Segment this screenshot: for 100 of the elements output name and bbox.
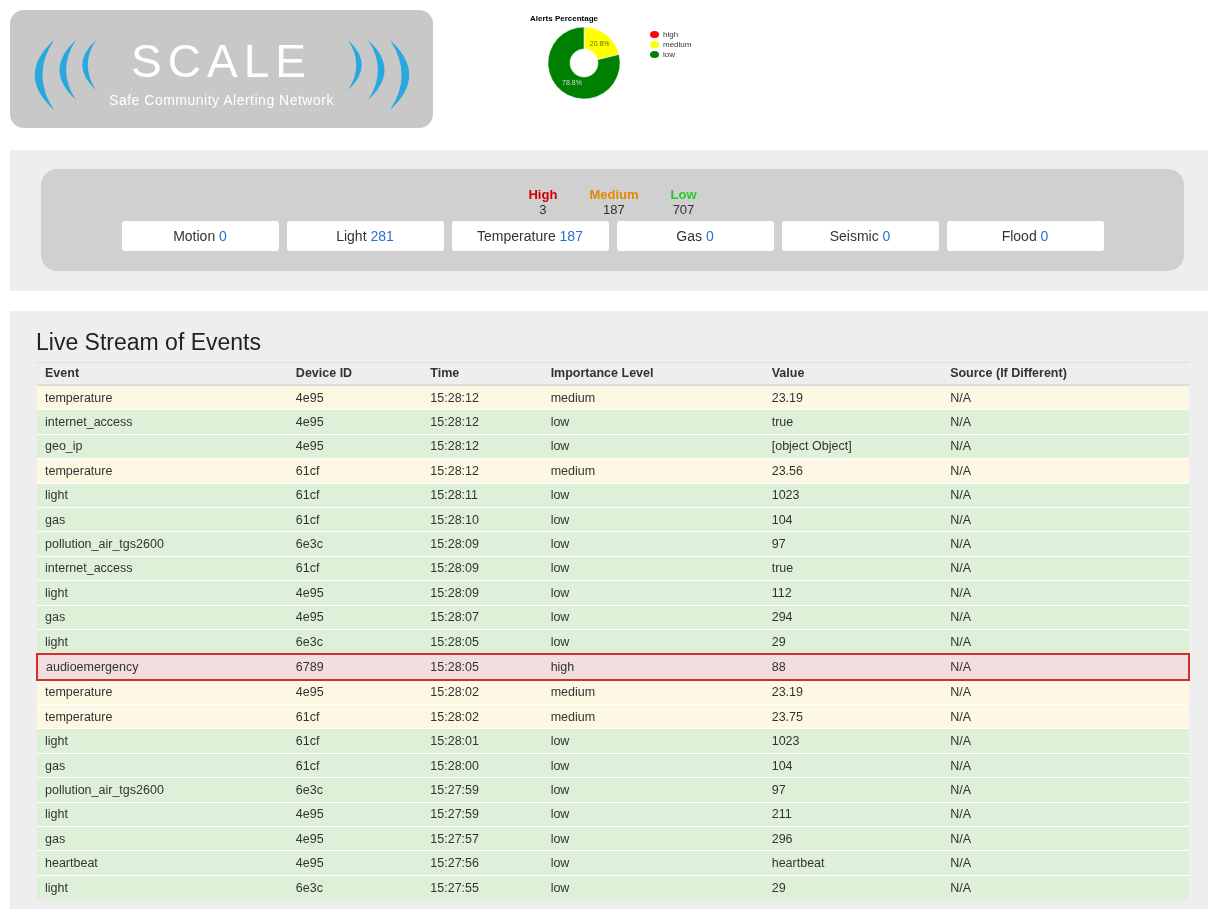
section-title: Live Stream of Events bbox=[36, 329, 262, 356]
legend-label: medium bbox=[663, 40, 692, 49]
table-cell: 4e95 bbox=[287, 679, 423, 705]
table-cell: 15:27:59 bbox=[422, 802, 543, 827]
sensor-count-button[interactable]: Light 281 bbox=[286, 221, 444, 251]
table-cell: N/A bbox=[942, 385, 1189, 410]
table-cell: N/A bbox=[942, 458, 1189, 484]
table-cell: N/A bbox=[942, 753, 1189, 778]
table-cell: 97 bbox=[763, 531, 943, 557]
table-cell: 104 bbox=[763, 507, 943, 532]
table-cell: 294 bbox=[763, 605, 943, 630]
table-cell: true bbox=[763, 556, 943, 581]
legend-label: low bbox=[663, 50, 675, 59]
table-cell: temperature bbox=[37, 679, 288, 705]
table-cell: light bbox=[37, 875, 288, 900]
table-cell: 6789 bbox=[287, 654, 423, 680]
sensor-count-button[interactable]: Motion 0 bbox=[121, 221, 279, 251]
sensor-count-button[interactable]: Seismic 0 bbox=[781, 221, 939, 251]
table-cell: 211 bbox=[763, 802, 943, 827]
table-cell: 4e95 bbox=[287, 605, 423, 630]
table-cell: N/A bbox=[942, 875, 1189, 900]
table-cell: medium bbox=[542, 385, 764, 410]
level-count: 3 bbox=[539, 202, 547, 217]
table-cell: N/A bbox=[942, 580, 1189, 605]
legend-label: high bbox=[663, 30, 679, 39]
table-cell: 4e95 bbox=[287, 409, 423, 435]
table-cell: low bbox=[542, 629, 764, 655]
table-cell: 1023 bbox=[763, 728, 943, 754]
table-cell: geo_ip bbox=[37, 434, 288, 459]
table-cell: 15:27:57 bbox=[422, 826, 543, 851]
legend-dot bbox=[650, 51, 659, 58]
table-cell: 112 bbox=[763, 580, 943, 605]
table-cell: N/A bbox=[942, 802, 1189, 827]
table-cell: 15:27:55 bbox=[422, 875, 543, 900]
table-cell: 6e3c bbox=[287, 875, 423, 900]
table-cell: 15:28:12 bbox=[422, 409, 543, 435]
table-cell: 61cf bbox=[287, 728, 423, 754]
table-cell: N/A bbox=[942, 629, 1189, 655]
table-cell: 29 bbox=[763, 875, 943, 900]
table-cell: N/A bbox=[942, 434, 1189, 459]
table-cell: 4e95 bbox=[287, 802, 423, 827]
table-cell: gas bbox=[37, 605, 288, 630]
signal-waves-icon bbox=[32, 40, 412, 110]
table-cell: N/A bbox=[942, 531, 1189, 557]
table-cell: 6e3c bbox=[287, 629, 423, 655]
table-cell: 15:28:10 bbox=[422, 507, 543, 532]
table-cell: 23.19 bbox=[763, 385, 943, 410]
table-cell: N/A bbox=[942, 654, 1189, 680]
table-cell: 15:28:09 bbox=[422, 580, 543, 605]
table-cell: low bbox=[542, 556, 764, 581]
table-cell: pollution_air_tgs2600 bbox=[37, 777, 288, 803]
table-cell: [object Object] bbox=[763, 434, 943, 459]
table-cell: N/A bbox=[942, 826, 1189, 851]
table-cell: 29 bbox=[763, 629, 943, 655]
table-cell: 4e95 bbox=[287, 580, 423, 605]
table-cell: temperature bbox=[37, 704, 288, 729]
table-cell: 15:28:12 bbox=[422, 385, 543, 410]
table-cell: 97 bbox=[763, 777, 943, 803]
table-cell: audioemergency bbox=[37, 654, 288, 680]
sensor-count-button[interactable]: Temperature 187 bbox=[451, 221, 609, 251]
sensor-count-button[interactable]: Gas 0 bbox=[616, 221, 774, 251]
table-cell: low bbox=[542, 409, 764, 435]
table-cell: 15:28:07 bbox=[422, 605, 543, 630]
table-cell: 23.19 bbox=[763, 679, 943, 705]
table-cell: 61cf bbox=[287, 507, 423, 532]
table-cell: low bbox=[542, 728, 764, 754]
table-cell: N/A bbox=[942, 850, 1189, 876]
table-cell: internet_access bbox=[37, 409, 288, 435]
table-cell: 4e95 bbox=[287, 850, 423, 876]
table-cell: 15:27:56 bbox=[422, 850, 543, 876]
table-cell: medium bbox=[542, 679, 764, 705]
table-cell: 4e95 bbox=[287, 826, 423, 851]
level-label: Medium bbox=[589, 187, 639, 202]
table-cell: 6e3c bbox=[287, 777, 423, 803]
table-cell: 15:28:00 bbox=[422, 753, 543, 778]
legend-dot bbox=[650, 31, 659, 38]
table-cell: N/A bbox=[942, 507, 1189, 532]
table-cell: low bbox=[542, 483, 764, 508]
table-cell: light bbox=[37, 483, 288, 508]
table-cell: low bbox=[542, 434, 764, 459]
table-cell: low bbox=[542, 605, 764, 630]
table-cell: low bbox=[542, 875, 764, 900]
legend-dot bbox=[650, 41, 659, 48]
table-cell: N/A bbox=[942, 483, 1189, 508]
table-cell: medium bbox=[542, 458, 764, 484]
table-cell: 61cf bbox=[287, 753, 423, 778]
table-cell: 23.56 bbox=[763, 458, 943, 484]
level-label: Low bbox=[670, 187, 697, 202]
table-cell: 1023 bbox=[763, 483, 943, 508]
level-count: 187 bbox=[603, 202, 625, 217]
level-count: 707 bbox=[672, 202, 695, 217]
table-cell: low bbox=[542, 802, 764, 827]
table-cell: pollution_air_tgs2600 bbox=[37, 531, 288, 557]
level-label: High bbox=[528, 187, 558, 202]
table-cell: 15:28:09 bbox=[422, 531, 543, 557]
table-cell: light bbox=[37, 728, 288, 754]
sensor-count-button[interactable]: Flood 0 bbox=[946, 221, 1104, 251]
table-cell: light bbox=[37, 629, 288, 655]
table-cell: 15:27:59 bbox=[422, 777, 543, 803]
table-cell: gas bbox=[37, 826, 288, 851]
